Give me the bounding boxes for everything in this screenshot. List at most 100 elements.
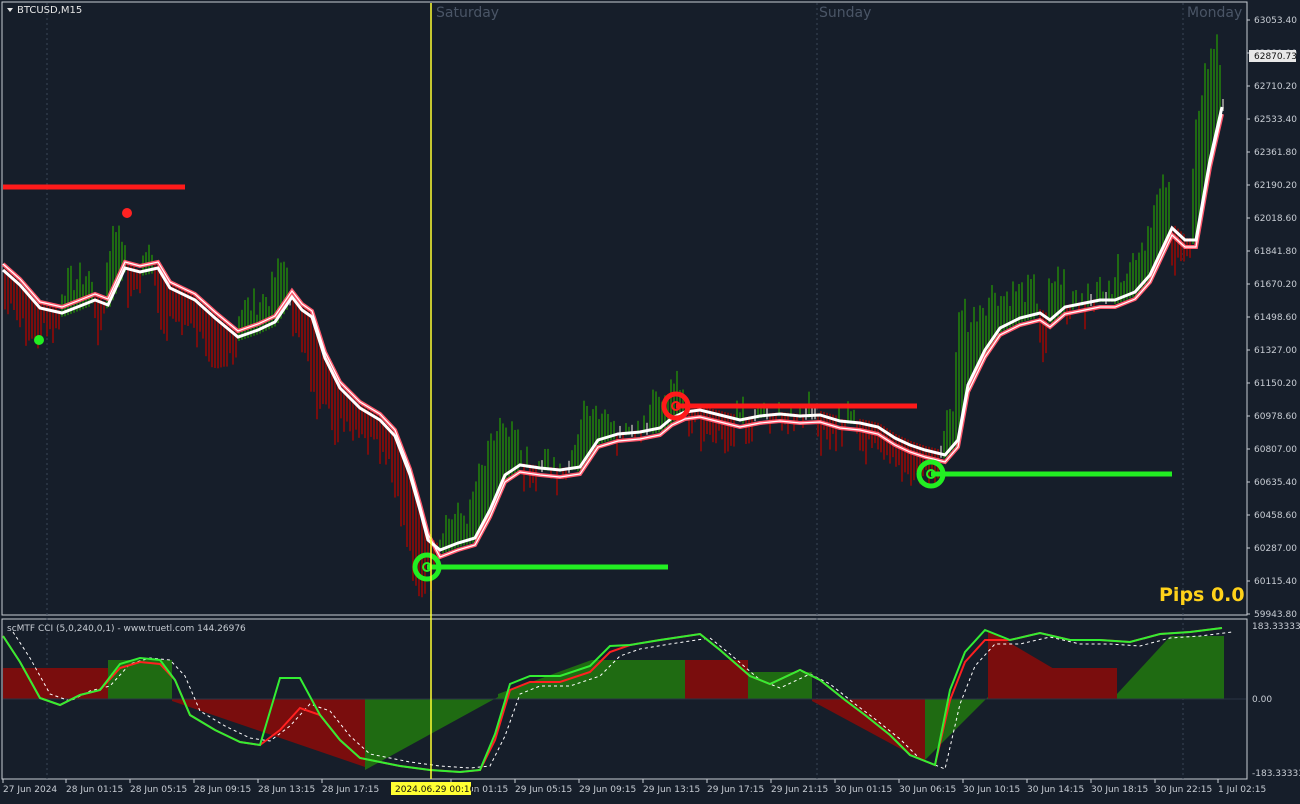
price-bar	[655, 391, 657, 433]
price-bar	[505, 427, 507, 479]
price-bar	[97, 296, 99, 346]
cci-axis-bottom: -183.33333	[1252, 769, 1300, 779]
price-bar	[811, 407, 813, 420]
price-bar	[820, 411, 822, 456]
price-axis-label: 62190.20	[1254, 181, 1297, 191]
price-axis-label: 60458.60	[1254, 511, 1297, 521]
price-bar	[511, 421, 513, 475]
day-label-monday: Monday	[1187, 5, 1242, 21]
price-bar	[367, 408, 369, 455]
current-price-label: 62870.73	[1254, 52, 1297, 62]
price-bar	[754, 409, 756, 422]
price-bar	[1027, 274, 1029, 321]
price-bar	[490, 433, 492, 514]
price-bar	[1048, 278, 1050, 323]
cci-axis-zero: 0.00	[1252, 695, 1272, 705]
price-bar	[691, 409, 693, 434]
time-axis-label: 29 Jun 05:15	[515, 785, 572, 795]
price-bar	[556, 467, 558, 496]
time-axis-label: 30 Jun 06:15	[899, 785, 956, 795]
price-bar	[472, 491, 474, 543]
price-bar	[841, 419, 843, 447]
price-bar	[253, 288, 255, 336]
time-axis-label: 30 Jun 18:15	[1091, 785, 1148, 795]
price-bar	[127, 264, 129, 308]
price-axis-label: 60115.40	[1254, 577, 1297, 587]
price-bar	[766, 407, 768, 420]
price-axis-label: 61841.80	[1254, 247, 1297, 257]
time-axis-label: 29 Jun 17:15	[707, 785, 764, 795]
price-bar	[1132, 253, 1134, 298]
price-bar	[1162, 174, 1164, 254]
price-bar	[1084, 301, 1086, 330]
price-bar	[724, 412, 726, 454]
price-bar	[523, 463, 525, 492]
cci-hist-block	[3, 668, 108, 699]
time-axis-label: 30 Jun 10:15	[963, 785, 1020, 795]
price-bar	[748, 416, 750, 444]
chart-window[interactable]: Saturday Sunday Monday BTCUSD,M15 scMTF …	[0, 0, 1300, 800]
price-bar	[478, 463, 480, 537]
price-bar	[469, 499, 471, 544]
time-axis-label: 29 Jun 13:15	[643, 785, 700, 795]
price-bar	[205, 305, 207, 357]
price-bar	[67, 267, 69, 316]
price-bar	[457, 502, 459, 548]
time-axis-label: 28 Jun 17:15	[322, 785, 379, 795]
price-bar	[646, 422, 648, 435]
time-axis-label: 1 Jul 02:15	[1218, 785, 1266, 795]
price-bar	[805, 407, 807, 420]
price-bar	[220, 318, 222, 368]
indicator-title: scMTF CCI (5,0,240,0,1) - www.truetl.com…	[7, 624, 246, 634]
price-bar	[334, 372, 336, 445]
price-bar	[568, 460, 570, 473]
time-axis-label: 28 Jun 09:15	[194, 785, 251, 795]
price-bar	[181, 289, 183, 336]
cci-axis-top: 183.33333	[1252, 622, 1300, 632]
price-bar	[652, 389, 654, 434]
price-bar	[1012, 281, 1014, 326]
price-bar	[391, 427, 393, 483]
time-axis-label: 30 Jun 14:15	[1027, 785, 1084, 795]
price-bar	[814, 407, 816, 420]
price-axis-label: 61670.20	[1254, 280, 1297, 290]
price-bar	[214, 313, 216, 368]
price-bar	[583, 400, 585, 467]
price-axis-label: 62361.80	[1254, 148, 1297, 158]
price-bar	[751, 415, 753, 442]
price-axis-label: 60807.00	[1254, 445, 1297, 455]
price-axis-label: 59943.80	[1254, 610, 1297, 620]
price-bar	[745, 417, 747, 444]
price-bar	[1195, 119, 1197, 244]
price-axis-label: 60635.40	[1254, 478, 1297, 488]
time-axis-label: 29 Jun 09:15	[579, 785, 636, 795]
price-bar	[79, 262, 81, 311]
price-bar	[196, 296, 198, 348]
time-axis-label: 29 Jun 21:15	[771, 785, 828, 795]
price-bar	[208, 307, 210, 362]
price-axis-label: 61327.00	[1254, 346, 1297, 356]
price-bar	[406, 460, 408, 547]
price-bar	[25, 286, 27, 346]
signal-dot-red	[122, 208, 132, 218]
price-bar	[1105, 292, 1107, 304]
price-bar	[700, 406, 702, 452]
pips-label: Pips 0.0	[1159, 584, 1245, 606]
price-bar	[955, 352, 957, 448]
price-axis-label: 62018.60	[1254, 214, 1297, 224]
price-bar	[1090, 294, 1092, 306]
time-axis-label: 28 Jun 01:15	[66, 785, 123, 795]
price-bar	[649, 404, 651, 433]
price-axis-label: 63053.40	[1254, 16, 1297, 26]
time-axis-label: 27 Jun 2024	[3, 785, 57, 795]
price-bar	[535, 465, 537, 492]
price-bar	[928, 446, 930, 487]
price-bar	[901, 436, 903, 482]
price-bar	[1099, 276, 1101, 303]
price-axis-label: 60287.00	[1254, 544, 1297, 554]
price-bar	[1117, 254, 1119, 304]
day-label-sunday: Sunday	[819, 5, 871, 21]
time-axis-label: 28 Jun 13:15	[258, 785, 315, 795]
price-axis-label: 62533.40	[1254, 115, 1297, 125]
price-bar	[211, 310, 213, 368]
